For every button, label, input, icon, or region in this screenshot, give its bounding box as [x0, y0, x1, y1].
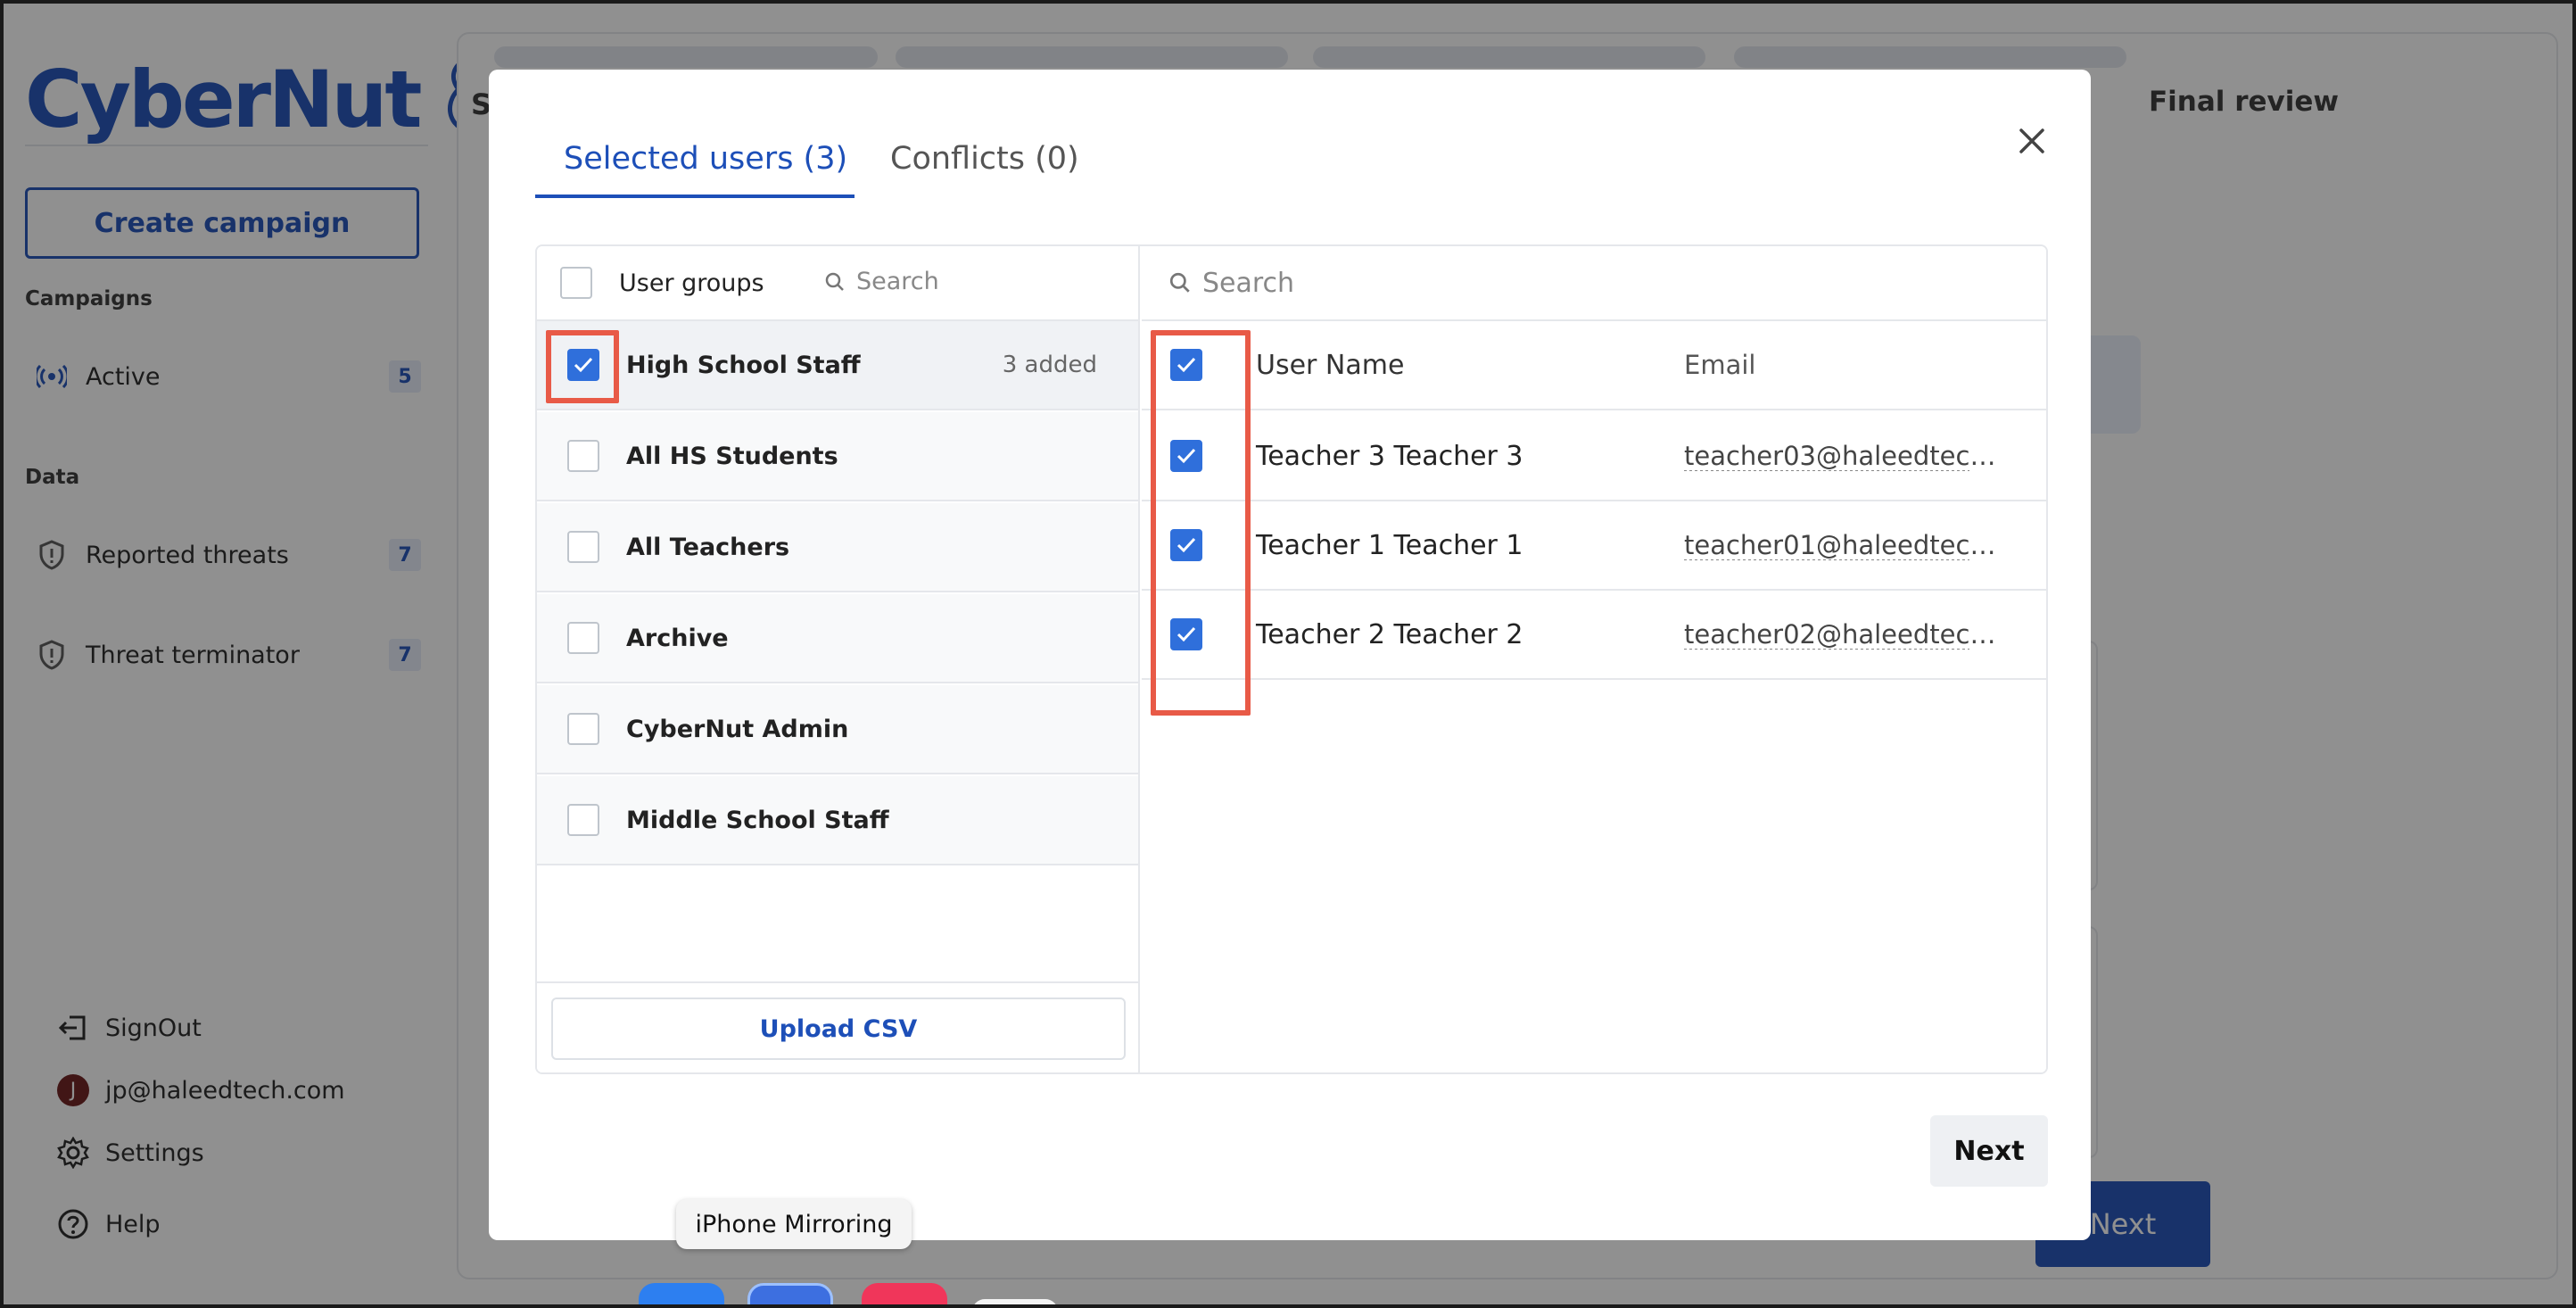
select-all-groups-checkbox[interactable]	[560, 267, 592, 299]
select-all-users-checkbox[interactable]	[1170, 349, 1202, 381]
groups-footer: Upload CSV	[537, 981, 1138, 1072]
user-selection-modal: Selected users (3) Conflicts (0) User gr…	[489, 70, 2091, 1240]
column-header-email[interactable]: Email	[1684, 350, 2005, 380]
groups-search-placeholder: Search	[856, 268, 939, 295]
group-row-archive[interactable]: Archive	[537, 594, 1138, 683]
iphone-mirroring-icon[interactable]	[747, 1283, 833, 1304]
groups-search-input[interactable]: Search	[824, 268, 939, 295]
table-row[interactable]: Teacher 2 Teacher 2 teacher02@haleedtech…	[1142, 591, 2046, 680]
selection-panel: User groups Search High School Staff 3 a…	[535, 244, 2048, 1074]
user-name: Teacher 1 Teacher 1	[1256, 529, 1523, 561]
group-checkbox[interactable]	[567, 804, 599, 836]
checkmark-icon	[1177, 357, 1196, 373]
search-icon	[825, 272, 844, 291]
group-name: Archive	[626, 624, 729, 652]
next-button[interactable]: Next	[1930, 1115, 2048, 1187]
group-name: All HS Students	[626, 442, 838, 470]
group-checkbox[interactable]	[567, 531, 599, 563]
table-row[interactable]: Teacher 3 Teacher 3 teacher03@haleedtech…	[1142, 412, 2046, 501]
group-checkbox[interactable]	[567, 622, 599, 654]
user-name: Teacher 2 Teacher 2	[1256, 618, 1523, 650]
group-name: CyberNut Admin	[626, 715, 849, 743]
active-tab-indicator	[535, 195, 855, 198]
group-row-middle-school-staff[interactable]: Middle School Staff	[537, 776, 1138, 865]
checkmark-icon	[1177, 448, 1196, 464]
user-name: Teacher 3 Teacher 3	[1256, 440, 1523, 472]
group-checkbox[interactable]	[567, 440, 599, 472]
column-header-user-name[interactable]: User Name	[1256, 350, 1404, 381]
group-added-count: 3 added	[1002, 352, 1097, 378]
group-name: All Teachers	[626, 533, 790, 561]
group-checkbox[interactable]	[567, 349, 599, 381]
dock-app-icon[interactable]	[972, 1299, 1058, 1304]
user-email: teacher01@haleedtech.com	[1684, 530, 2005, 560]
group-checkbox[interactable]	[567, 713, 599, 745]
user-checkbox[interactable]	[1170, 529, 1202, 561]
dock-app-icon[interactable]	[639, 1283, 724, 1304]
user-checkbox[interactable]	[1170, 440, 1202, 472]
users-table-header: User Name Email	[1142, 321, 2046, 410]
group-row-high-school-staff[interactable]: High School Staff 3 added	[537, 321, 1138, 410]
group-row-cybernut-admin[interactable]: CyberNut Admin	[537, 685, 1138, 774]
group-name: Middle School Staff	[626, 806, 889, 834]
group-row-all-hs-students[interactable]: All HS Students	[537, 412, 1138, 501]
user-groups-pane: User groups Search High School Staff 3 a…	[537, 246, 1140, 1072]
checkmark-icon	[1177, 626, 1196, 642]
user-groups-label: User groups	[619, 269, 764, 297]
upload-csv-button[interactable]: Upload CSV	[551, 998, 1126, 1060]
app-window: CyberNut Create campaign Campaigns Activ…	[4, 4, 2572, 1304]
group-row-all-teachers[interactable]: All Teachers	[537, 503, 1138, 592]
user-email: teacher02@haleedtech.com	[1684, 619, 2005, 650]
users-pane: Search User Name Email Teacher 3 Teacher…	[1142, 246, 2046, 1072]
tab-selected-users[interactable]: Selected users (3)	[564, 141, 847, 177]
user-email: teacher03@haleedtech.com	[1684, 441, 2005, 471]
group-name: High School Staff	[626, 351, 861, 379]
checkmark-icon	[574, 357, 593, 373]
users-search-placeholder: Search	[1202, 267, 1295, 299]
dock-tooltip: iPhone Mirroring	[676, 1199, 912, 1249]
table-row[interactable]: Teacher 1 Teacher 1 teacher01@haleedtech…	[1142, 501, 2046, 591]
search-icon	[1169, 272, 1190, 293]
checkmark-icon	[1177, 537, 1196, 553]
tab-conflicts[interactable]: Conflicts (0)	[890, 141, 1079, 177]
close-icon[interactable]	[2016, 125, 2048, 157]
dock-app-icon[interactable]	[862, 1283, 947, 1304]
user-checkbox[interactable]	[1170, 618, 1202, 650]
users-search-input[interactable]: Search	[1142, 246, 2046, 321]
